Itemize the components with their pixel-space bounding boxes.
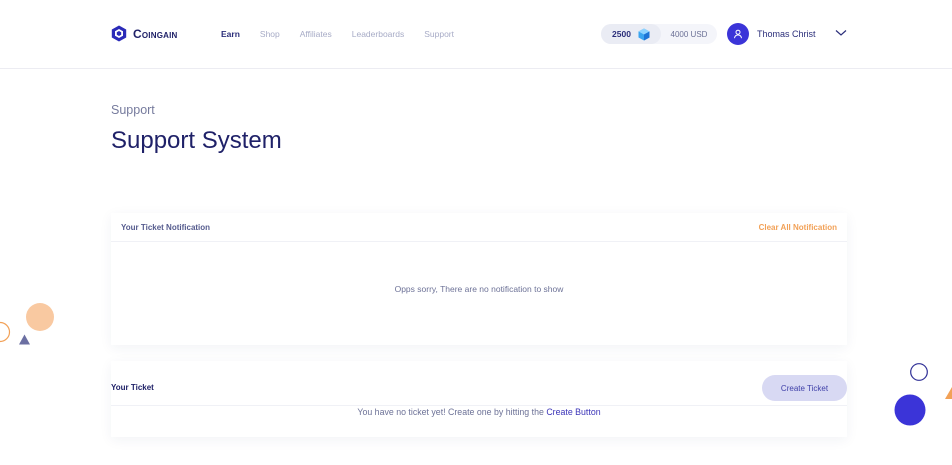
wallet-balance[interactable]: 2500 4000 USD xyxy=(601,24,717,44)
usd-balance: 4000 USD xyxy=(670,29,708,39)
triangle-decoration-icon xyxy=(19,334,30,345)
coin-balance: 2500 xyxy=(601,24,661,44)
orange-triangle-decoration-icon xyxy=(945,387,952,399)
user-name[interactable]: Thomas Christ xyxy=(757,29,816,39)
brand-logo[interactable]: Coingain xyxy=(111,25,178,42)
ticket-card: Your Ticket Create Ticket You have no ti… xyxy=(111,361,847,437)
ticket-header: Your Ticket Create Ticket xyxy=(111,361,847,406)
nav-item-affiliates[interactable]: Affiliates xyxy=(300,29,332,39)
notification-empty-message: Opps sorry, There are no notification to… xyxy=(394,284,564,294)
peach-circle-decoration-icon xyxy=(26,303,54,331)
cube-logo-icon xyxy=(111,25,127,42)
create-ticket-button[interactable]: Create Ticket xyxy=(762,375,847,401)
notification-card: Your Ticket Notification Clear All Notif… xyxy=(111,213,847,345)
coin-amount: 2500 xyxy=(612,29,631,39)
top-header: Coingain Earn Shop Affiliates Leaderboar… xyxy=(0,0,952,69)
nav-item-earn[interactable]: Earn xyxy=(221,29,240,39)
main-nav: Earn Shop Affiliates Leaderboards Suppor… xyxy=(221,29,474,39)
blue-circle-decoration-icon xyxy=(894,394,926,426)
nav-item-shop[interactable]: Shop xyxy=(260,29,280,39)
avatar[interactable] xyxy=(727,23,749,45)
ticket-title: Your Ticket xyxy=(111,383,154,392)
notification-title: Your Ticket Notification xyxy=(121,222,211,232)
nav-item-leaderboards[interactable]: Leaderboards xyxy=(352,29,404,39)
ring-decoration-icon xyxy=(0,321,11,343)
chevron-down-icon[interactable] xyxy=(835,29,847,37)
nav-item-support[interactable]: Support xyxy=(424,29,454,39)
user-icon xyxy=(734,29,742,39)
ticket-empty-message: You have no ticket yet! Create one by hi… xyxy=(111,407,847,417)
create-button-hint-link[interactable]: Create Button xyxy=(546,407,600,417)
page: Coingain Earn Shop Affiliates Leaderboar… xyxy=(0,0,952,465)
brand-name: Coingain xyxy=(133,26,178,41)
gem-icon xyxy=(638,28,650,40)
breadcrumb: Support xyxy=(111,103,155,117)
page-title: Support System xyxy=(111,127,282,154)
clear-all-notifications-link[interactable]: Clear All Notification xyxy=(759,223,837,232)
notification-header: Your Ticket Notification Clear All Notif… xyxy=(111,213,847,242)
ticket-empty-text: You have no ticket yet! Create one by hi… xyxy=(357,407,547,417)
outline-circle-decoration-icon xyxy=(910,363,928,381)
